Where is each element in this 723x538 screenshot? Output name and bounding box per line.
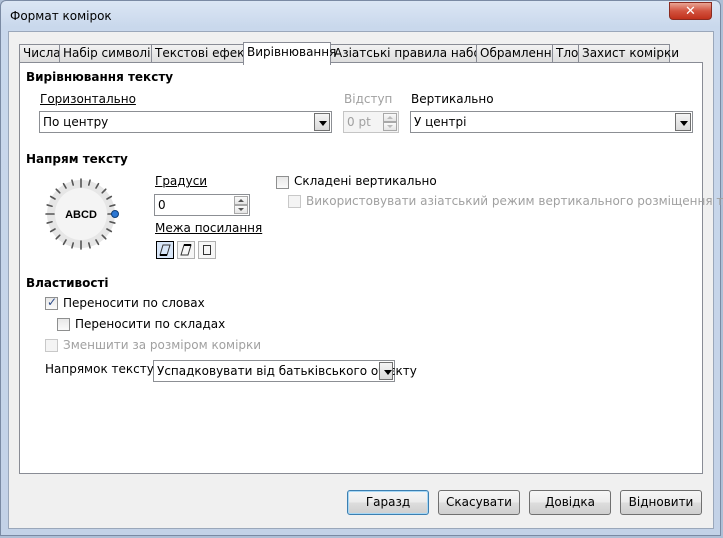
properties-header: Властивості — [26, 276, 109, 290]
tab-alignment[interactable]: Вирівнювання — [243, 42, 336, 65]
hyphenation-checkbox[interactable] — [57, 318, 70, 331]
tab-font[interactable]: Набір символів — [59, 44, 157, 63]
spin-down-icon[interactable] — [234, 205, 248, 214]
vertically-stacked-checkbox[interactable] — [276, 176, 289, 189]
chevron-down-icon[interactable] — [675, 113, 691, 131]
reference-edge-label: Межа посилання — [155, 221, 263, 235]
dial-handle-icon — [111, 210, 119, 218]
reference-edge-inside-button[interactable] — [198, 241, 216, 259]
horizontal-value: По центру — [43, 115, 109, 129]
cancel-button[interactable]: Скасувати — [438, 490, 520, 515]
checkmark-icon: ✓ — [47, 295, 58, 309]
vertical-value: У центрі — [414, 115, 467, 129]
ok-button[interactable]: Гаразд — [347, 490, 429, 515]
hyphenation-label: Переносити по складах — [75, 317, 226, 331]
text-direction-label: Напрямок тексту — [45, 362, 154, 376]
rotation-dial[interactable]: ABCD — [39, 172, 123, 256]
asian-layout-label: Використовувати азіатський режим вертика… — [306, 194, 723, 208]
shrink-to-fit-label: Зменшити за розміром комірки — [63, 338, 262, 352]
parallelogram-top-icon — [180, 244, 192, 256]
degrees-label: Градуси — [155, 174, 208, 188]
indent-label: Відступ — [344, 92, 393, 106]
chevron-down-icon[interactable] — [379, 362, 393, 380]
tab-cell-protection[interactable]: Захист комірки — [578, 44, 679, 63]
horizontal-label: Горизонтально — [40, 92, 136, 106]
close-button[interactable]: ✕ — [669, 2, 712, 20]
tab-borders[interactable]: Обрамлення — [476, 44, 559, 63]
reference-edge-bottom-button[interactable] — [156, 241, 174, 259]
text-direction-value: Успадковувати від батьківського об'єкту — [157, 364, 417, 378]
text-orientation-header: Напрям тексту — [26, 152, 128, 166]
tab-asian-typography[interactable]: Азіатські правила набору — [330, 44, 496, 63]
alignment-panel: Вирівнювання тексту Горизонтально По цен… — [19, 62, 723, 474]
close-icon: ✕ — [685, 4, 696, 19]
spin-up-icon[interactable] — [234, 196, 248, 205]
wrap-words-checkbox[interactable]: ✓ — [45, 295, 58, 310]
degrees-spinbox[interactable]: 0 — [154, 194, 250, 216]
dial-text: ABCD — [65, 209, 97, 221]
dialog-client: Числа Набір символів Текстові ефекти Вир… — [8, 31, 723, 529]
degrees-value: 0 — [158, 198, 166, 212]
title-bar[interactable]: Формат комірок ✕ — [1, 1, 720, 31]
dialog-window: Формат комірок ✕ Числа Набір символів Те… — [0, 0, 723, 536]
spin-down-icon[interactable] — [383, 122, 397, 131]
tab-font-effects[interactable]: Текстові ефекти — [151, 44, 259, 63]
parallelogram-bottom-icon — [159, 244, 171, 256]
asian-layout-checkbox[interactable] — [288, 195, 301, 208]
reference-edge-top-button[interactable] — [177, 241, 195, 259]
text-direction-select[interactable]: Успадковувати від батьківського об'єкту — [153, 360, 417, 382]
indent-spinbox[interactable]: 0 pt — [343, 111, 399, 133]
tab-background[interactable]: Тло — [552, 44, 579, 63]
vertical-select[interactable]: У центрі — [410, 111, 693, 133]
text-alignment-header: Вирівнювання тексту — [26, 70, 174, 84]
vertically-stacked-label: Складені вертикально — [294, 174, 437, 188]
window-title: Формат комірок — [10, 9, 112, 23]
indent-spin-buttons — [383, 113, 397, 131]
shrink-to-fit-checkbox[interactable] — [45, 339, 58, 352]
spin-up-icon[interactable] — [383, 113, 397, 122]
horizontal-select[interactable]: По центру — [39, 111, 332, 133]
reset-button[interactable]: Відновити — [620, 490, 702, 515]
degrees-spin-buttons — [234, 196, 248, 214]
tab-numbers[interactable]: Числа — [19, 44, 61, 63]
rectangle-icon — [203, 245, 211, 255]
wrap-words-label: Переносити по словах — [63, 296, 205, 310]
chevron-down-icon[interactable] — [314, 113, 330, 131]
vertical-label: Вертикально — [411, 92, 494, 106]
help-button[interactable]: Довідка — [529, 490, 611, 515]
indent-value: 0 pt — [347, 115, 371, 129]
